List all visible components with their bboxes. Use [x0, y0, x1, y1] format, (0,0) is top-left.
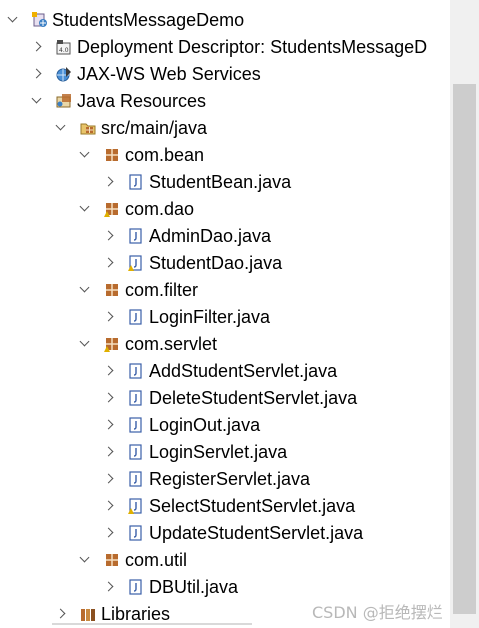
package-icon	[104, 147, 120, 163]
tree-item-package-servlet[interactable]: com.servlet	[0, 331, 450, 358]
java-file-icon	[128, 174, 144, 190]
chevron-down-icon[interactable]	[31, 93, 42, 104]
tree-item-label: Libraries	[101, 604, 171, 624]
tree-item-file-admindao[interactable]: AdminDao.java	[0, 223, 450, 250]
web-services-icon	[56, 66, 72, 82]
tree-item-label: com.dao	[125, 199, 195, 219]
tree-item-label: AddStudentServlet.java	[149, 361, 338, 381]
java-file-icon	[128, 444, 144, 460]
chevron-down-icon[interactable]	[79, 201, 90, 212]
tree-item-label: com.bean	[125, 145, 205, 165]
tree-item-file-addstudentservlet[interactable]: AddStudentServlet.java	[0, 358, 450, 385]
package-icon	[104, 552, 120, 568]
chevron-down-icon[interactable]	[7, 12, 18, 23]
chevron-right-icon[interactable]	[55, 608, 66, 619]
tree-item-java-resources[interactable]: Java Resources	[0, 88, 450, 115]
chevron-right-icon[interactable]	[103, 365, 114, 376]
chevron-right-icon[interactable]	[103, 419, 114, 430]
chevron-down-icon[interactable]	[79, 336, 90, 347]
tree-item-file-deletestudentservlet[interactable]: DeleteStudentServlet.java	[0, 385, 450, 412]
tree-item-file-loginout[interactable]: LoginOut.java	[0, 412, 450, 439]
tree-item-label: StudentBean.java	[149, 172, 292, 192]
chevron-right-icon[interactable]	[103, 176, 114, 187]
chevron-right-icon[interactable]	[103, 257, 114, 268]
tree-item-label: RegisterServlet.java	[149, 469, 311, 489]
tree-item-label: LoginServlet.java	[149, 442, 288, 462]
package-warning-icon	[104, 201, 120, 217]
tree-item-file-dbutil[interactable]: DBUtil.java	[0, 574, 450, 601]
java-file-warning-icon	[128, 498, 144, 514]
watermark: CSDN @拒绝摆烂	[312, 603, 443, 622]
package-warning-icon	[104, 336, 120, 352]
tree-item-label: Deployment Descriptor: StudentsMessageD	[77, 37, 428, 57]
java-file-icon	[128, 579, 144, 595]
java-resources-icon	[56, 93, 72, 109]
chevron-right-icon[interactable]	[31, 68, 42, 79]
deployment-descriptor-icon: 4.0	[56, 39, 72, 55]
package-icon	[104, 282, 120, 298]
tree-item-jaxws[interactable]: JAX-WS Web Services	[0, 61, 450, 88]
tree-item-file-loginfilter[interactable]: LoginFilter.java	[0, 304, 450, 331]
chevron-right-icon[interactable]	[103, 473, 114, 484]
java-file-icon	[128, 309, 144, 325]
tree-item-label: src/main/java	[101, 118, 208, 138]
chevron-down-icon[interactable]	[55, 120, 66, 131]
tree-item-label: DBUtil.java	[149, 577, 239, 597]
tree-item-label: com.util	[125, 550, 188, 570]
tree-item-label: Java Resources	[77, 91, 207, 111]
libraries-icon	[80, 606, 96, 622]
chevron-right-icon[interactable]	[103, 392, 114, 403]
tree-item-label: StudentsMessageDemo	[52, 10, 245, 30]
tree-item-file-loginservlet[interactable]: LoginServlet.java	[0, 439, 450, 466]
tree-item-file-updatestudentservlet[interactable]: UpdateStudentServlet.java	[0, 520, 450, 547]
svg-text:4.0: 4.0	[59, 47, 69, 54]
tree-item-label: JAX-WS Web Services	[77, 64, 261, 84]
tree-item-project[interactable]: StudentsMessageDemo	[0, 7, 450, 34]
chevron-right-icon[interactable]	[103, 311, 114, 322]
tree-item-file-studentbean[interactable]: StudentBean.java	[0, 169, 450, 196]
scrollbar-thumb[interactable]	[453, 84, 476, 614]
chevron-down-icon[interactable]	[79, 147, 90, 158]
tree-item-label: com.servlet	[125, 334, 218, 354]
tree-item-label: DeleteStudentServlet.java	[149, 388, 358, 408]
java-file-icon	[128, 363, 144, 379]
tree-item-file-studentdao[interactable]: StudentDao.java	[0, 250, 450, 277]
tree-item-file-registerservlet[interactable]: RegisterServlet.java	[0, 466, 450, 493]
chevron-right-icon[interactable]	[103, 446, 114, 457]
tree-item-label: StudentDao.java	[149, 253, 283, 273]
java-file-icon	[128, 390, 144, 406]
tree-item-src-folder[interactable]: src/main/java	[0, 115, 450, 142]
chevron-right-icon[interactable]	[103, 527, 114, 538]
chevron-right-icon[interactable]	[103, 230, 114, 241]
tree-item-package-filter[interactable]: com.filter	[0, 277, 450, 304]
tree-item-label: LoginFilter.java	[149, 307, 271, 327]
chevron-down-icon[interactable]	[79, 552, 90, 563]
project-explorer-tree: StudentsMessageDemo 4.0 Deployment Descr…	[0, 0, 450, 628]
chevron-right-icon[interactable]	[103, 581, 114, 592]
web-project-icon	[32, 12, 48, 28]
tree-item-label: AdminDao.java	[149, 226, 272, 246]
tree-item-package-dao[interactable]: com.dao	[0, 196, 450, 223]
tree-item-label: UpdateStudentServlet.java	[149, 523, 364, 543]
chevron-down-icon[interactable]	[79, 282, 90, 293]
bottom-divider	[52, 623, 252, 625]
tree-item-label: com.filter	[125, 280, 199, 300]
chevron-right-icon[interactable]	[31, 41, 42, 52]
chevron-right-icon[interactable]	[103, 500, 114, 511]
tree-item-deployment-descriptor[interactable]: 4.0 Deployment Descriptor: StudentsMessa…	[0, 34, 450, 61]
java-file-warning-icon	[128, 255, 144, 271]
tree-item-package-bean[interactable]: com.bean	[0, 142, 450, 169]
tree-item-package-util[interactable]: com.util	[0, 547, 450, 574]
java-file-icon	[128, 471, 144, 487]
tree-item-label: SelectStudentServlet.java	[149, 496, 356, 516]
source-folder-icon	[80, 120, 96, 136]
tree-item-label: LoginOut.java	[149, 415, 261, 435]
tree-item-file-selectstudentservlet[interactable]: SelectStudentServlet.java	[0, 493, 450, 520]
java-file-icon	[128, 525, 144, 541]
java-file-icon	[128, 417, 144, 433]
java-file-icon	[128, 228, 144, 244]
